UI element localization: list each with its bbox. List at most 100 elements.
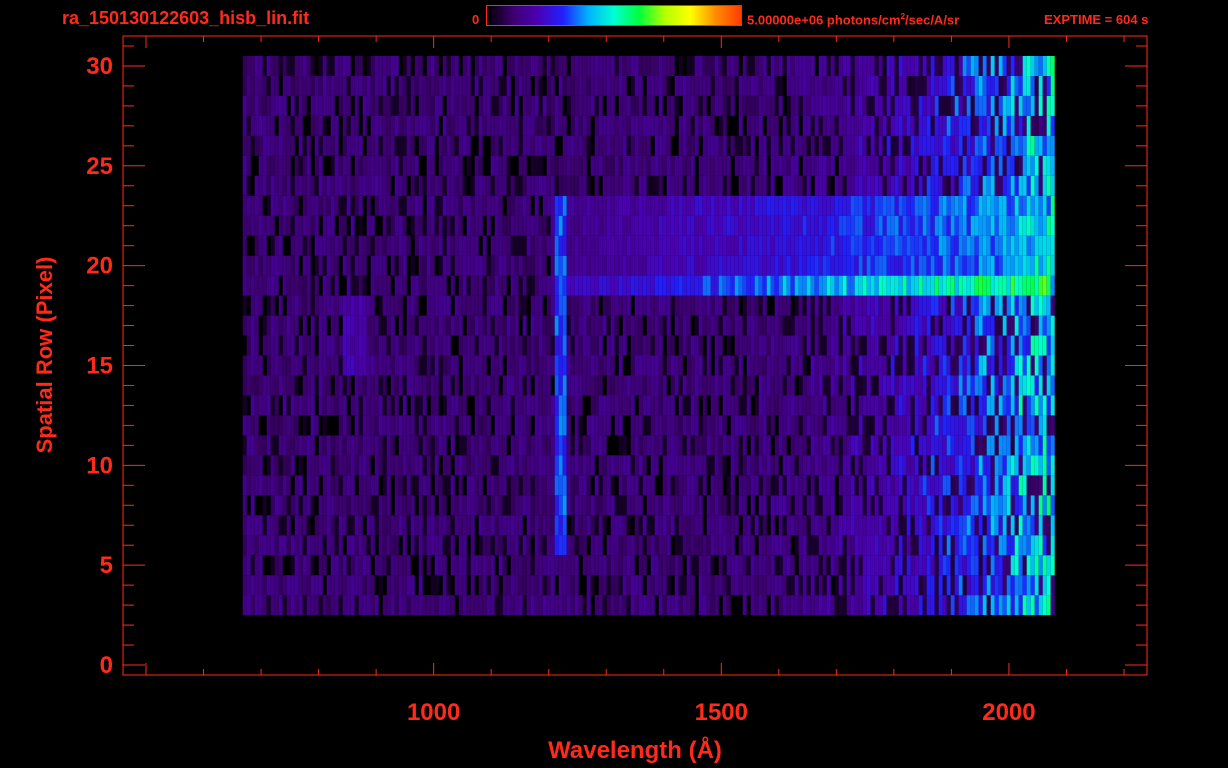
heatmap-cell <box>570 575 575 596</box>
heatmap-cell <box>646 135 651 156</box>
heatmap-cell <box>962 355 967 376</box>
heatmap-cell <box>370 395 375 416</box>
heatmap-cell <box>466 195 471 216</box>
heatmap-cell <box>838 95 843 116</box>
heatmap-cell <box>890 515 895 536</box>
heatmap-cell <box>814 435 819 456</box>
heatmap-cell <box>774 455 779 476</box>
heatmap-cell <box>418 215 423 236</box>
heatmap-cell <box>742 195 747 216</box>
heatmap-cell <box>362 255 367 276</box>
heatmap-cell <box>966 295 971 316</box>
heatmap-cell <box>1022 595 1027 616</box>
heatmap-cell <box>542 175 547 196</box>
heatmap-cell <box>498 495 503 516</box>
heatmap-cell <box>742 415 747 436</box>
heatmap-cell <box>590 295 595 316</box>
heatmap-cell <box>402 335 407 356</box>
heatmap-cell <box>362 355 367 376</box>
heatmap-cell <box>754 435 759 456</box>
heatmap-cell <box>522 575 527 596</box>
heatmap-cell <box>734 155 739 176</box>
heatmap-cell <box>322 75 327 96</box>
heatmap-cell <box>790 595 795 616</box>
heatmap-cell <box>678 475 683 496</box>
heatmap-cell <box>722 215 727 236</box>
heatmap-cell <box>574 315 579 336</box>
heatmap-cell <box>534 95 539 116</box>
heatmap-cell <box>534 415 539 436</box>
heatmap-cell <box>438 435 443 456</box>
heatmap-cell <box>346 435 351 456</box>
heatmap-cell <box>902 555 907 576</box>
heatmap-cell <box>966 115 971 136</box>
heatmap-cell <box>262 175 267 196</box>
heatmap-cell <box>366 75 371 96</box>
heatmap-cell <box>822 595 827 616</box>
heatmap-cell <box>278 375 283 396</box>
heatmap-cell <box>334 235 339 256</box>
heatmap-cell <box>538 475 543 496</box>
heatmap-cell <box>894 535 899 556</box>
heatmap-cell <box>966 235 971 256</box>
heatmap-cell <box>938 455 943 476</box>
heatmap-cell <box>718 115 723 136</box>
heatmap-cell <box>934 595 939 616</box>
heatmap-cell <box>890 295 895 316</box>
heatmap-cell <box>326 395 331 416</box>
heatmap-cell <box>618 335 623 356</box>
heatmap-cell <box>546 455 551 476</box>
heatmap-cell <box>930 575 935 596</box>
heatmap-cell <box>490 335 495 356</box>
heatmap-cell <box>910 375 915 396</box>
heatmap-cell <box>582 475 587 496</box>
heatmap-cell <box>654 235 659 256</box>
heatmap-cell <box>994 135 999 156</box>
heatmap-cell <box>570 175 575 196</box>
heatmap-cell <box>866 235 871 256</box>
heatmap-cell <box>522 415 527 436</box>
heatmap-cell <box>902 255 907 276</box>
heatmap-cell <box>438 215 443 236</box>
heatmap-cell <box>542 535 547 556</box>
heatmap-cell <box>454 195 459 216</box>
heatmap-cell <box>458 555 463 576</box>
heatmap-cell <box>450 435 455 456</box>
heatmap-cell <box>346 275 351 296</box>
heatmap-cell <box>682 335 687 356</box>
heatmap-cell <box>830 475 835 496</box>
heatmap-cell <box>918 535 923 556</box>
heatmap-cell <box>758 475 763 496</box>
heatmap-cell <box>750 415 755 436</box>
heatmap-cell <box>730 215 735 236</box>
heatmap-cell <box>418 575 423 596</box>
heatmap-cell <box>882 535 887 556</box>
heatmap-cell <box>326 475 331 496</box>
heatmap-cell <box>822 115 827 136</box>
heatmap-cell <box>294 235 299 256</box>
heatmap-cell <box>254 455 259 476</box>
heatmap-cell <box>850 375 855 396</box>
heatmap-cell <box>942 315 947 336</box>
heatmap-cell <box>418 115 423 136</box>
heatmap-cell <box>802 315 807 336</box>
heatmap-cell <box>702 415 707 436</box>
heatmap-cell <box>250 535 255 556</box>
heatmap-cell <box>242 235 247 256</box>
heatmap-cell <box>966 435 971 456</box>
heatmap-cell <box>1050 595 1055 616</box>
heatmap-cell <box>1022 515 1027 536</box>
heatmap-cell <box>438 235 443 256</box>
heatmap-cell <box>734 255 739 276</box>
heatmap-cell <box>598 115 603 136</box>
heatmap-cell <box>962 415 967 436</box>
heatmap-cell <box>854 155 859 176</box>
heatmap-cell <box>1042 595 1047 616</box>
heatmap-cell <box>666 415 671 436</box>
heatmap-cell <box>1006 275 1011 296</box>
heatmap-cell <box>262 255 267 276</box>
heatmap-cell <box>826 375 831 396</box>
heatmap-cell <box>1014 175 1019 196</box>
heatmap-cell <box>778 135 783 156</box>
heatmap-cell <box>1010 575 1015 596</box>
